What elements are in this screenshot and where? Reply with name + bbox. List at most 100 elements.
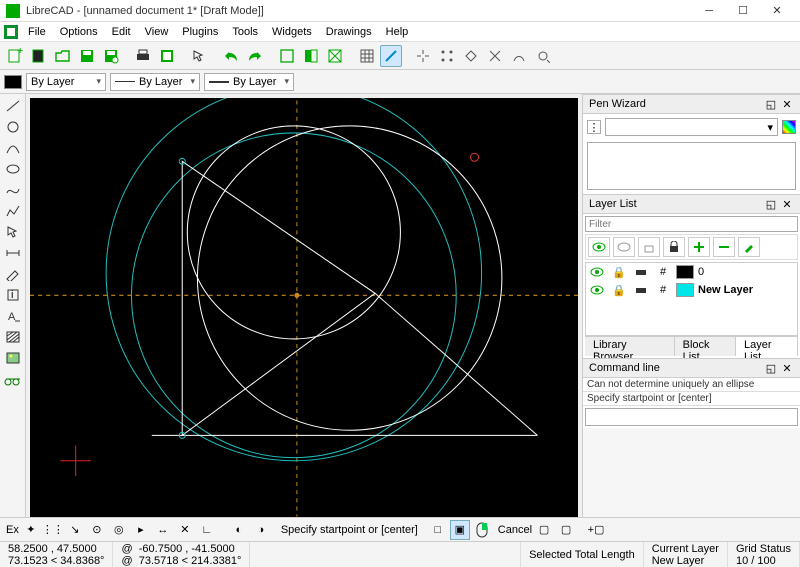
lineweight-combo[interactable]: By Layer▾	[204, 73, 294, 91]
eye-icon[interactable]	[588, 264, 606, 280]
text-tool[interactable]: A	[2, 306, 24, 326]
lock-icon[interactable]: 🔒	[610, 282, 628, 298]
close-icon[interactable]: ✕	[780, 97, 794, 111]
snap-int-button[interactable]	[532, 45, 554, 67]
grid-icon[interactable]: #	[654, 282, 672, 298]
grid-icon[interactable]: #	[654, 264, 672, 280]
menu-help[interactable]: Help	[380, 24, 415, 40]
pen-color-combo[interactable]: ▾	[605, 118, 778, 136]
remove-layer-icon[interactable]	[713, 237, 735, 257]
tab-block-list[interactable]: Block List	[675, 337, 736, 356]
close-icon[interactable]: ✕	[780, 361, 794, 375]
snap-dist-icon[interactable]: ↔	[153, 520, 173, 540]
redo-button[interactable]	[244, 45, 266, 67]
zoom-pan-button[interactable]	[300, 45, 322, 67]
menu-view[interactable]: View	[139, 24, 175, 40]
color-picker-icon[interactable]	[782, 120, 796, 134]
save-button[interactable]	[76, 45, 98, 67]
eye-icon[interactable]	[588, 282, 606, 298]
command-input[interactable]	[585, 408, 798, 426]
menu-options[interactable]: Options	[54, 24, 104, 40]
snap-mid-button[interactable]	[484, 45, 506, 67]
color-swatch[interactable]	[4, 75, 22, 89]
edit-layer-icon[interactable]	[738, 237, 760, 257]
draft-mode-button[interactable]	[380, 45, 402, 67]
lock-icon[interactable]: 🔒	[610, 264, 628, 280]
undock-icon[interactable]: ◱	[764, 97, 778, 111]
grid-button[interactable]	[356, 45, 378, 67]
maximize-button[interactable]: ☐	[726, 0, 760, 22]
circle-tool[interactable]	[2, 117, 24, 137]
zoom-auto-button[interactable]	[324, 45, 346, 67]
screen2-icon[interactable]: ▢	[556, 520, 576, 540]
snap-free-icon[interactable]: ✦	[21, 520, 41, 540]
show-all-icon[interactable]	[588, 237, 610, 257]
print-icon[interactable]	[632, 282, 650, 298]
line-tool[interactable]	[2, 96, 24, 116]
add-layer-icon[interactable]	[688, 237, 710, 257]
menu-drawings[interactable]: Drawings	[320, 24, 378, 40]
unlock-all-icon[interactable]	[638, 237, 660, 257]
snap-on-entity-icon[interactable]: ⊙	[87, 520, 107, 540]
menu-edit[interactable]: Edit	[106, 24, 137, 40]
stepper-icon[interactable]: ⋮	[587, 120, 601, 134]
snap-ortho-icon[interactable]: ∟	[197, 520, 217, 540]
layer-row[interactable]: 🔒 # 0	[586, 263, 797, 281]
lock-zero-icon[interactable]: ▣	[450, 520, 470, 540]
select-button[interactable]	[188, 45, 210, 67]
tab-library-browser[interactable]: Library Browser	[585, 337, 675, 356]
snap-grid-button[interactable]	[436, 45, 458, 67]
ellipse-tool[interactable]	[2, 159, 24, 179]
snap-end-button[interactable]	[460, 45, 482, 67]
layer-color-swatch[interactable]	[676, 283, 694, 297]
snap-center-icon[interactable]: ◎	[109, 520, 129, 540]
menu-tools[interactable]: Tools	[226, 24, 264, 40]
close-button[interactable]: ✕	[760, 0, 794, 22]
polyline-tool[interactable]	[2, 201, 24, 221]
add-view-icon[interactable]: +▢	[586, 520, 606, 540]
layer-row[interactable]: 🔒 # New Layer	[586, 281, 797, 299]
new-tab-button[interactable]	[28, 45, 50, 67]
save-as-button[interactable]	[100, 45, 122, 67]
info-tool[interactable]: i	[2, 285, 24, 305]
undo-button[interactable]	[220, 45, 242, 67]
drawing-canvas[interactable]	[30, 98, 578, 519]
menu-widgets[interactable]: Widgets	[266, 24, 318, 40]
new-button[interactable]: +	[4, 45, 26, 67]
snap-center-button[interactable]	[508, 45, 530, 67]
undock-icon[interactable]: ◱	[764, 197, 778, 211]
modify-tool[interactable]	[2, 264, 24, 284]
block-tool[interactable]	[2, 369, 24, 389]
pen-wizard-text[interactable]	[587, 142, 796, 190]
color-combo[interactable]: By Layer▾	[26, 73, 106, 91]
cancel-label[interactable]: Cancel	[498, 524, 532, 536]
print-icon[interactable]	[632, 264, 650, 280]
image-tool[interactable]	[2, 348, 24, 368]
snap-end-icon[interactable]: ↘	[65, 520, 85, 540]
select-tool[interactable]	[2, 222, 24, 242]
zoom-window-button[interactable]	[276, 45, 298, 67]
minimize-button[interactable]: ─	[692, 0, 726, 22]
hatch-tool[interactable]	[2, 327, 24, 347]
snap-int-icon[interactable]: ✕	[175, 520, 195, 540]
restrict-nothing-icon[interactable]: ◐	[229, 520, 249, 540]
dimension-tool[interactable]	[2, 243, 24, 263]
layer-color-swatch[interactable]	[676, 265, 694, 279]
linetype-combo[interactable]: By Layer▾	[110, 73, 200, 91]
layer-filter-input[interactable]	[585, 216, 798, 232]
snap-free-button[interactable]	[412, 45, 434, 67]
hide-all-icon[interactable]	[613, 237, 635, 257]
curve-tool[interactable]	[2, 138, 24, 158]
snap-mid-icon[interactable]: ▸	[131, 520, 151, 540]
snap-grid-icon[interactable]: ⋮⋮	[43, 520, 63, 540]
lock-all-icon[interactable]	[663, 237, 685, 257]
close-icon[interactable]: ✕	[780, 197, 794, 211]
menu-file[interactable]: File	[22, 24, 52, 40]
menu-plugins[interactable]: Plugins	[176, 24, 224, 40]
screen1-icon[interactable]: ▢	[534, 520, 554, 540]
restrict-ortho-icon[interactable]: ◑	[251, 520, 271, 540]
print-button[interactable]	[132, 45, 154, 67]
undock-icon[interactable]: ◱	[764, 361, 778, 375]
tab-layer-list[interactable]: Layer List	[736, 337, 798, 356]
relative-zero-icon[interactable]: □	[428, 520, 448, 540]
